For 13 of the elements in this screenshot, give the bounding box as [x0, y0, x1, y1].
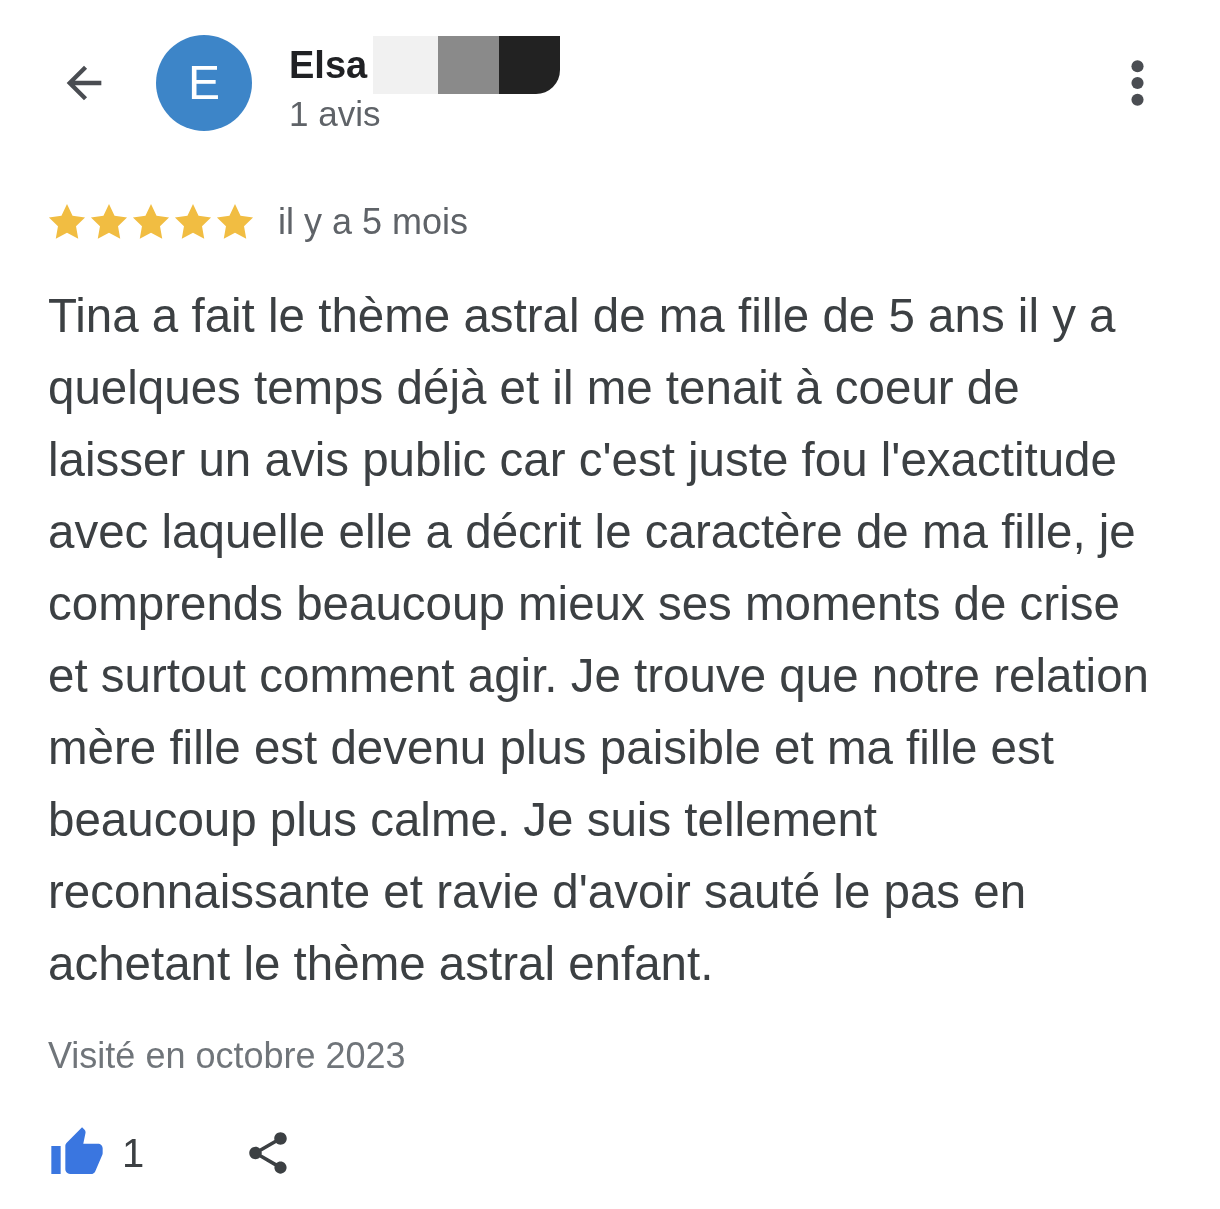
visit-date: Visité en octobre 2023 — [48, 1038, 406, 1074]
star-icon — [90, 203, 128, 240]
star-icon — [48, 203, 86, 240]
star-icon — [174, 203, 212, 240]
review-time: il y a 5 mois — [278, 203, 469, 240]
like-button[interactable]: 1 — [48, 1125, 145, 1181]
review-count: 1 avis — [289, 95, 381, 131]
more-options-icon — [1130, 60, 1144, 106]
star-icon — [132, 203, 170, 240]
star-icon — [216, 203, 254, 240]
review-text: Tina a fait le thème astral de ma fille de 5 ans il y a quelques temps déjà et il me tenait à coeur de laisser un avis public car c'est juste fou l'exactitude avec laquelle elle a décrit le caractère de ma fille, je comprends beaucoup mieux ses moments de crise et surtout comment agir. Je trouve que notre relation mère fille est devenu plus paisible et ma fille est beaucoup plus calme. Je suis tellement reconnaissante et ravie d'avoir sauté le pas en achetant le thème astral enfant. — [48, 288, 1150, 992]
avatar: E — [156, 35, 252, 131]
reviewer-name: Elsa — [289, 45, 368, 84]
